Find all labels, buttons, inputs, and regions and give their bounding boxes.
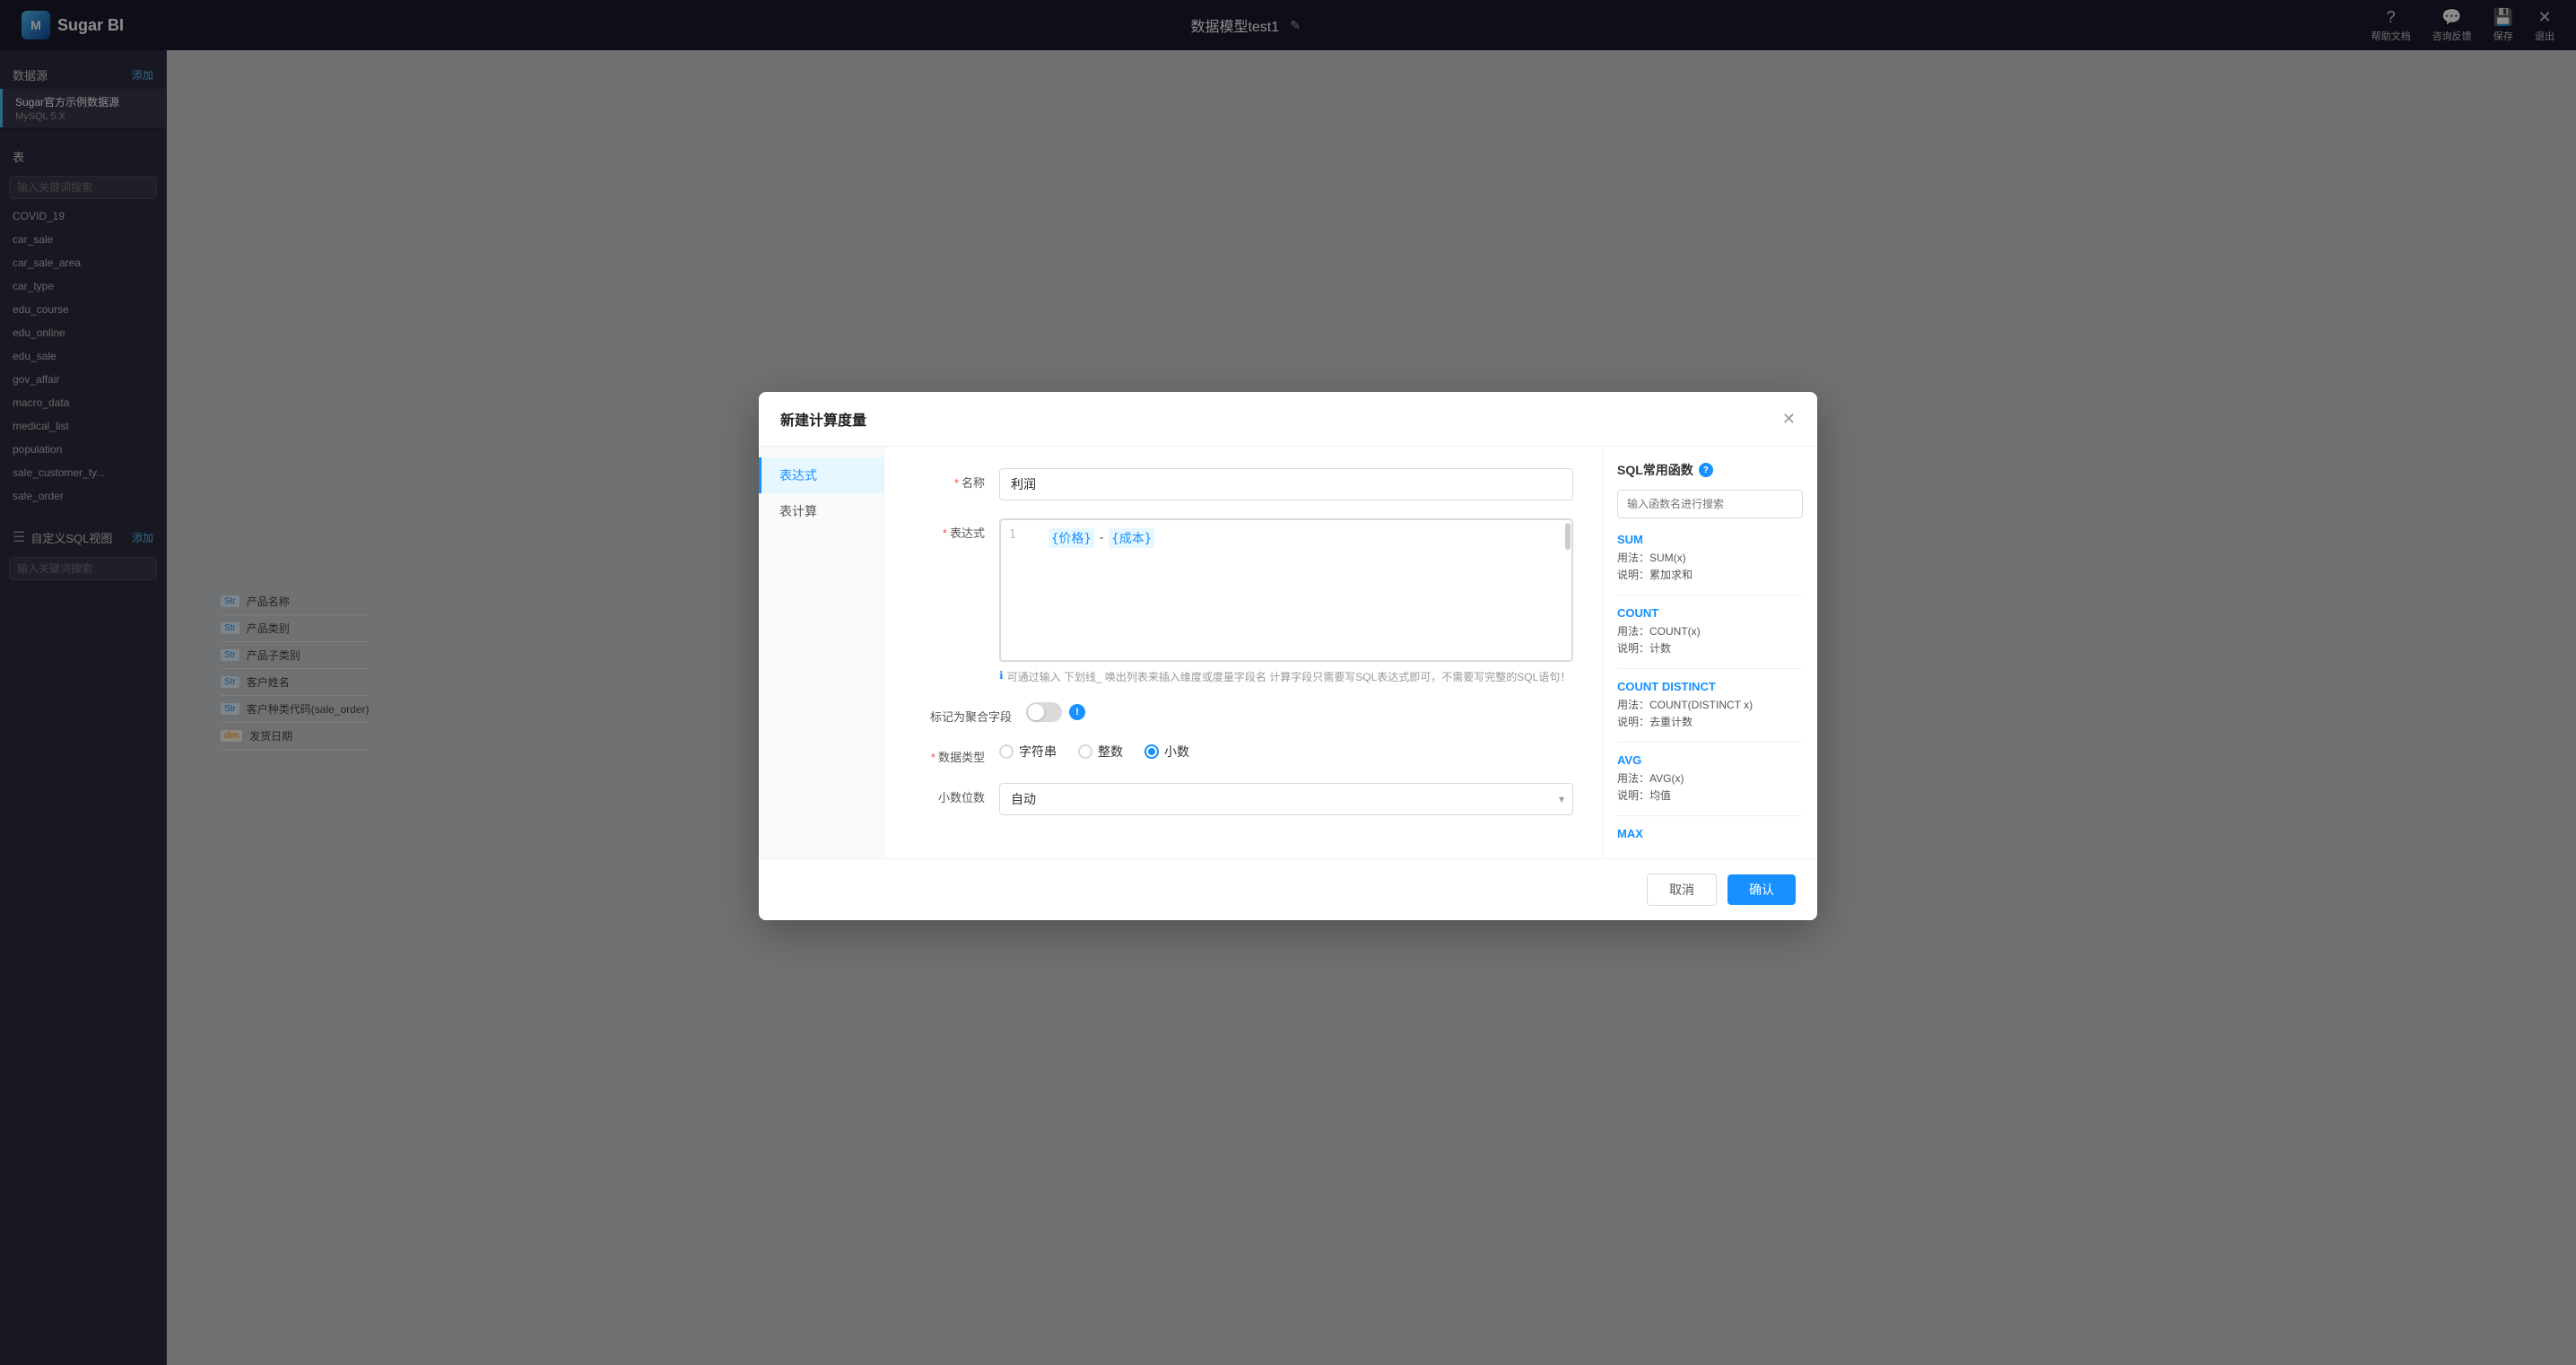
data-type-radio-group: 字符串 整数 小数: [999, 743, 1189, 761]
sql-func-count-name[interactable]: COUNT: [1617, 606, 1803, 620]
scrollbar-thumb: [1565, 523, 1571, 550]
sql-func-max: MAX: [1617, 823, 1803, 844]
sql-divider-4: [1617, 815, 1803, 816]
sql-func-sum-usage: 用法：SUM(x): [1617, 550, 1803, 565]
sql-panel: SQL常用函数 ? SUM 用法：SUM(x) 说明：累加求和 COUNT 用法…: [1602, 447, 1817, 858]
expr-textarea[interactable]: {价格}-{成本}: [1000, 519, 1572, 661]
radio-outer-integer: [1078, 744, 1092, 759]
sql-func-avg-usage: 用法：AVG(x): [1617, 770, 1803, 786]
sql-func-count-distinct-name[interactable]: COUNT DISTINCT: [1617, 680, 1803, 693]
aggregate-toggle[interactable]: [1026, 702, 1062, 722]
radio-inner-decimal: [1148, 748, 1155, 755]
data-type-label: 数据类型: [913, 743, 985, 765]
data-type-row: 数据类型 字符串 整数 小数: [913, 743, 1573, 765]
decimal-select[interactable]: 自动 0 1 2 3 4: [999, 783, 1573, 815]
sql-help-icon[interactable]: ?: [1699, 463, 1713, 477]
sql-func-count-distinct-usage: 用法：COUNT(DISTINCT x): [1617, 697, 1803, 712]
sql-search-input[interactable]: [1617, 490, 1803, 518]
hint-icon: ℹ: [999, 669, 1004, 682]
dialog-nav: 表达式 表计算: [759, 447, 884, 858]
nav-item-table-calc[interactable]: 表计算: [759, 493, 883, 529]
sql-func-avg: AVG 用法：AVG(x) 说明：均值: [1617, 750, 1803, 808]
sql-divider-2: [1617, 668, 1803, 669]
sql-func-sum-name[interactable]: SUM: [1617, 533, 1803, 546]
expr-container: 1 {价格} - {成本} {价格}-{成本} ℹ 可通过输入 下划线_ 唤出列…: [999, 518, 1573, 684]
radio-string-label: 字符串: [1019, 743, 1057, 761]
decimal-row: 小数位数 自动 0 1 2 3 4 ▾: [913, 783, 1573, 815]
hint-text: 可通过输入 下划线_ 唤出列表来插入维度或度量字段名 计算字段只需要写SQL表达…: [1007, 669, 1571, 684]
dialog-content: 名称 表达式 1 {价格} - {成本} {价格}-{成本}: [884, 447, 1602, 858]
sql-func-max-name[interactable]: MAX: [1617, 827, 1803, 840]
sql-func-count-distinct-desc: 说明：去重计数: [1617, 714, 1803, 729]
dialog-new-calc-measure: 新建计算度量 ✕ 表达式 表计算 名称 表达式: [759, 392, 1817, 920]
radio-decimal[interactable]: 小数: [1144, 743, 1189, 761]
sql-func-count-desc: 说明：计数: [1617, 640, 1803, 656]
aggregate-row: 标记为聚合字段 !: [913, 702, 1573, 725]
sql-panel-header: SQL常用函数 ?: [1617, 461, 1803, 479]
sql-func-sum: SUM 用法：SUM(x) 说明：累加求和: [1617, 529, 1803, 587]
sql-func-count-usage: 用法：COUNT(x): [1617, 623, 1803, 639]
decimal-select-wrap: 自动 0 1 2 3 4 ▾: [999, 783, 1573, 815]
radio-outer-decimal: [1144, 744, 1159, 759]
expr-label: 表达式: [913, 518, 985, 541]
sql-func-sum-desc: 说明：累加求和: [1617, 567, 1803, 582]
aggregate-toggle-wrap: !: [1026, 702, 1085, 722]
sql-func-count-distinct: COUNT DISTINCT 用法：COUNT(DISTINCT x) 说明：去…: [1617, 676, 1803, 735]
radio-string[interactable]: 字符串: [999, 743, 1057, 761]
sql-panel-title: SQL常用函数: [1617, 461, 1693, 479]
name-label: 名称: [913, 468, 985, 491]
decimal-label: 小数位数: [913, 783, 985, 805]
sql-divider-3: [1617, 742, 1803, 743]
expr-editor-wrap: 1 {价格} - {成本} {价格}-{成本}: [999, 518, 1573, 662]
aggregate-label: 标记为聚合字段: [913, 702, 1012, 725]
radio-integer-label: 整数: [1098, 743, 1123, 761]
aggregate-info-icon[interactable]: !: [1069, 704, 1085, 720]
radio-outer-string: [999, 744, 1014, 759]
expr-row: 表达式 1 {价格} - {成本} {价格}-{成本}: [913, 518, 1573, 684]
dialog-title: 新建计算度量: [780, 408, 866, 430]
nav-item-expression[interactable]: 表达式: [759, 457, 883, 493]
name-row: 名称: [913, 468, 1573, 500]
radio-integer[interactable]: 整数: [1078, 743, 1123, 761]
dialog-header: 新建计算度量 ✕: [759, 392, 1817, 447]
sql-func-count: COUNT 用法：COUNT(x) 说明：计数: [1617, 603, 1803, 661]
sql-func-avg-desc: 说明：均值: [1617, 787, 1803, 803]
cancel-button[interactable]: 取消: [1647, 874, 1717, 906]
dialog-footer: 取消 确认: [759, 858, 1817, 920]
dialog-body: 表达式 表计算 名称 表达式 1 {价格: [759, 447, 1817, 858]
confirm-button[interactable]: 确认: [1727, 874, 1796, 905]
radio-decimal-label: 小数: [1164, 743, 1189, 761]
toggle-knob: [1028, 704, 1044, 720]
name-input[interactable]: [999, 468, 1573, 500]
sql-divider-1: [1617, 595, 1803, 596]
expr-hint: ℹ 可通过输入 下划线_ 唤出列表来插入维度或度量字段名 计算字段只需要写SQL…: [999, 669, 1573, 684]
dialog-close-button[interactable]: ✕: [1782, 411, 1796, 427]
sql-func-avg-name[interactable]: AVG: [1617, 753, 1803, 767]
